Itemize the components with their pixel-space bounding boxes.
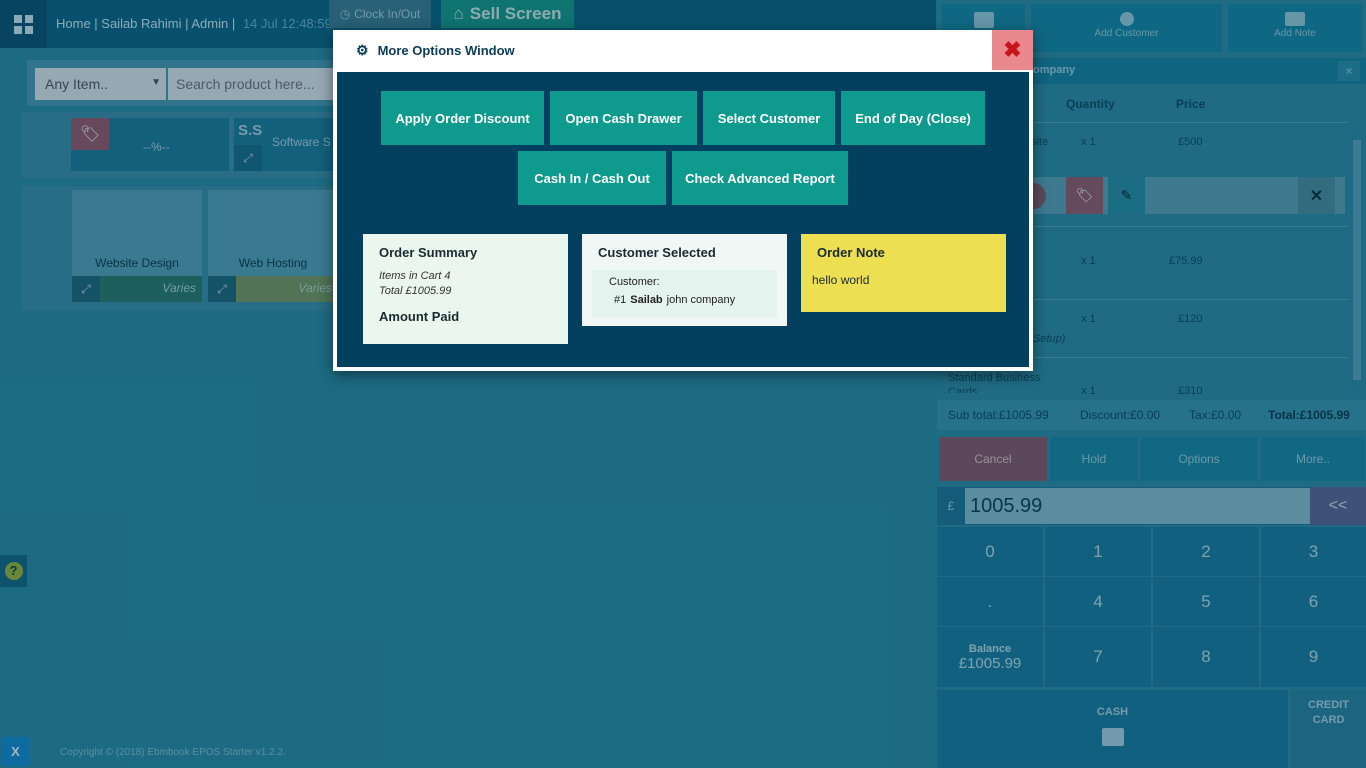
more-options-modal: ⚙ More Options Window ✖ Apply Order Disc… (333, 30, 1033, 371)
open-cash-drawer-button[interactable]: Open Cash Drawer (550, 91, 697, 145)
customer-company: john company (666, 294, 736, 306)
customer-id: #1 (614, 294, 627, 306)
end-of-day-button[interactable]: End of Day (Close) (841, 91, 985, 145)
close-icon: ✖ (1003, 37, 1022, 62)
order-total: Total £1005.99 (379, 285, 452, 297)
customer-details: Customer: #1 Sailab john company (592, 270, 777, 317)
order-note-title: Order Note (817, 245, 885, 260)
items-in-cart: Items in Cart 4 (379, 270, 451, 282)
modal-title: More Options Window (377, 42, 515, 58)
customer-name: Sailab (630, 294, 663, 306)
customer-label: Customer: (609, 276, 660, 288)
amount-paid-label: Amount Paid (379, 309, 460, 324)
customer-selected-title: Customer Selected (598, 245, 716, 260)
modal-body: Apply Order Discount Open Cash Drawer Se… (337, 72, 1029, 367)
order-note-card: Order Note hello world (801, 234, 1006, 312)
order-summary-title: Order Summary (379, 245, 478, 260)
order-summary-card: Order Summary Items in Cart 4 Total £100… (363, 234, 568, 344)
customer-value: #1 Sailab john company (614, 294, 735, 306)
select-customer-button[interactable]: Select Customer (703, 91, 835, 145)
customer-selected-card: Customer Selected Customer: #1 Sailab john… (582, 234, 787, 326)
close-modal-button[interactable]: ✖ (992, 30, 1033, 70)
modal-header: ⚙ More Options Window (333, 30, 1033, 70)
apply-order-discount-button[interactable]: Apply Order Discount (381, 91, 544, 145)
advanced-report-button[interactable]: Check Advanced Report (672, 151, 848, 205)
gear-icon: ⚙ (356, 41, 369, 58)
order-note-text: hello world (812, 273, 870, 287)
cash-in-out-button[interactable]: Cash In / Cash Out (518, 151, 666, 205)
